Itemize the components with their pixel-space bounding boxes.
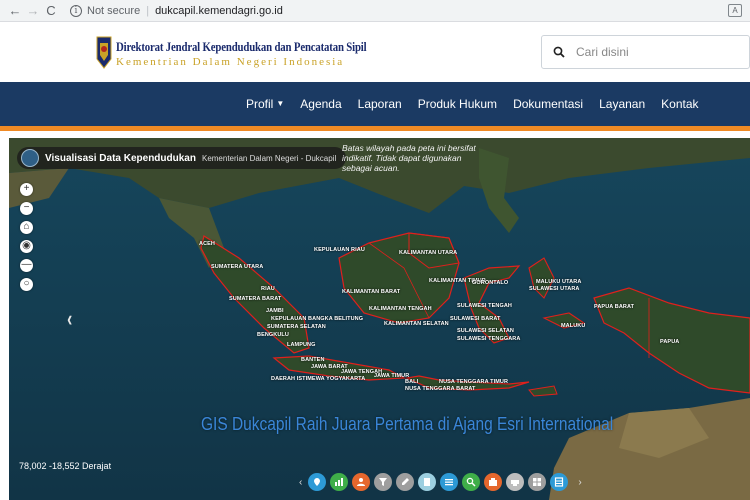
search-icon[interactable]: [542, 36, 576, 68]
print-icon[interactable]: [418, 473, 437, 491]
nav-produk-hukum[interactable]: Produk Hukum: [418, 97, 497, 111]
province-label: SULAWESI BARAT: [450, 316, 501, 322]
province-label: KALIMANTAN SELATAN: [384, 321, 449, 327]
search-box: [541, 35, 750, 69]
map-imagery: [9, 138, 750, 500]
back-arrow-icon[interactable]: ←: [6, 3, 24, 18]
province-label: SUMATERA SELATAN: [267, 324, 326, 330]
province-label: BENGKULU: [257, 332, 289, 338]
province-label: GORONTALO: [472, 280, 509, 286]
grid-icon[interactable]: [528, 473, 547, 491]
nav-agenda[interactable]: Agenda: [300, 97, 341, 111]
province-label: LAMPUNG: [287, 342, 316, 348]
main-navigation: Profil ▼ Agenda Laporan Produk Hukum Doku…: [0, 82, 750, 126]
province-label: KALIMANTAN BARAT: [342, 289, 401, 295]
garuda-logo[interactable]: [96, 35, 112, 69]
province-label: DAERAH ISTIMEWA YOGYAKARTA: [271, 376, 366, 382]
chevron-right-icon[interactable]: ›: [578, 477, 581, 488]
browser-toolbar: ← → C i Not secure | dukcapil.kemendagri…: [0, 0, 750, 22]
address-divider: |: [146, 4, 150, 17]
province-label: PAPUA: [660, 339, 680, 345]
province-label: ACEH: [199, 241, 215, 247]
chart-icon[interactable]: [330, 473, 349, 491]
map-disclaimer: Batas wilayah pada peta ini bersifat ind…: [342, 143, 476, 173]
province-label: NUSA TENGGARA BARAT: [405, 386, 476, 392]
pencil-icon[interactable]: [396, 473, 415, 491]
province-label: SULAWESI SELATAN: [457, 328, 515, 334]
layers-icon[interactable]: ○: [20, 278, 33, 291]
minimize-icon[interactable]: —: [20, 259, 33, 272]
gis-map[interactable]: Visualisasi Data Kependudukan Kementeria…: [9, 138, 750, 500]
zoom-in-button[interactable]: +: [20, 183, 33, 196]
chevron-left-icon[interactable]: ‹: [299, 477, 302, 488]
list-icon[interactable]: [440, 473, 459, 491]
province-label: KALIMANTAN UTARA: [399, 250, 458, 256]
share-icon[interactable]: [484, 473, 503, 491]
locate-icon[interactable]: ◉: [20, 240, 33, 253]
province-label: SULAWESI TENGAH: [457, 303, 512, 309]
pin-icon[interactable]: [308, 473, 327, 491]
translate-icon[interactable]: A: [728, 4, 742, 17]
caret-down-icon: ▼: [276, 99, 285, 108]
province-label: MALUKU UTARA: [536, 279, 582, 285]
province-label: RIAU: [261, 286, 275, 292]
province-label: SUMATERA UTARA: [211, 264, 264, 270]
zoom-out-button[interactable]: −: [20, 202, 33, 215]
nav-profil-label: Profil: [246, 97, 274, 111]
nav-laporan[interactable]: Laporan: [358, 97, 402, 111]
home-icon[interactable]: ⌂: [20, 221, 33, 234]
map-title-bar: Visualisasi Data Kependudukan Kementeria…: [17, 147, 347, 169]
province-label: BANTEN: [301, 357, 325, 363]
province-label: BALI: [405, 379, 419, 385]
province-label: SUMATERA BARAT: [229, 296, 282, 302]
nav-dokumentasi[interactable]: Dokumentasi: [513, 97, 583, 111]
nav-profil[interactable]: Profil ▼: [246, 97, 284, 111]
map-toolbar: ‹ ›: [293, 468, 588, 496]
address-bar[interactable]: dukcapil.kemendagri.go.id: [155, 5, 283, 17]
province-label: KEPULAUAN BANGKA BELITUNG: [271, 316, 364, 322]
app-logo-icon: [21, 149, 39, 167]
nav-layanan[interactable]: Layanan: [599, 97, 645, 111]
province-label: NUSA TENGGARA TIMUR: [439, 379, 509, 385]
printer-icon[interactable]: [506, 473, 525, 491]
province-label: MALUKU: [561, 323, 586, 329]
person-icon[interactable]: [352, 473, 371, 491]
site-title[interactable]: Direktorat Jendral Kependudukan dan Penc…: [116, 39, 367, 55]
nav-accent-stripe: [0, 126, 750, 131]
table-icon[interactable]: [550, 473, 569, 491]
site-header: Direktorat Jendral Kependudukan dan Penc…: [0, 22, 750, 82]
chevron-left-icon[interactable]: ‹: [67, 306, 72, 332]
info-icon[interactable]: i: [70, 4, 82, 17]
map-app-title: Visualisasi Data Kependudukan: [45, 152, 196, 164]
news-headline[interactable]: GIS Dukcapil Raih Juara Pertama di Ajang…: [201, 414, 613, 435]
search-input[interactable]: [576, 37, 736, 67]
search-icon[interactable]: [462, 473, 481, 491]
security-label: Not secure: [87, 4, 141, 17]
nav-kontak[interactable]: Kontak: [661, 97, 698, 111]
site-subtitle: Kementrian Dalam Negeri Indonesia: [116, 56, 345, 68]
province-label: SULAWESI UTARA: [529, 286, 580, 292]
map-app-subtitle: Kementerian Dalam Negeri - Dukcapil: [201, 153, 337, 163]
province-label: JAMBI: [266, 308, 284, 314]
province-label: SULAWESI TENGGARA: [457, 336, 521, 342]
province-label: KALIMANTAN TENGAH: [369, 306, 432, 312]
reload-icon[interactable]: C: [42, 3, 60, 18]
coordinate-readout: 78,002 -18,552 Derajat: [19, 461, 112, 471]
province-label: KEPULAUAN RIAU: [314, 247, 365, 253]
forward-arrow-icon[interactable]: →: [24, 3, 42, 18]
filter-icon[interactable]: [374, 473, 393, 491]
province-label: PAPUA BARAT: [594, 304, 635, 310]
